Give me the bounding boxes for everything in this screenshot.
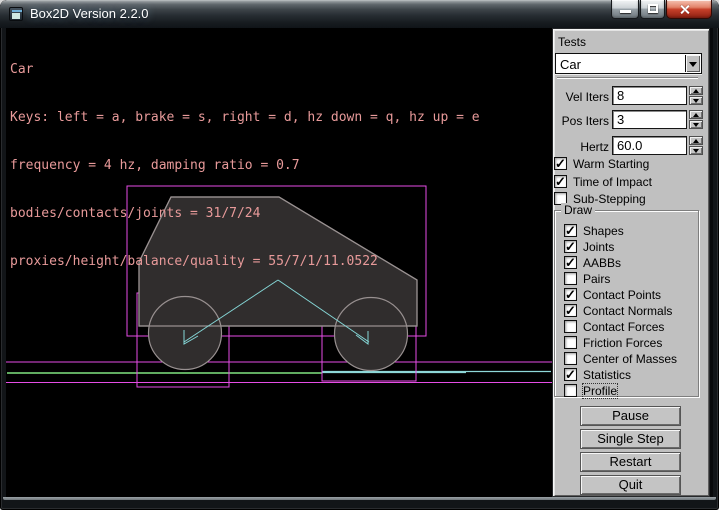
close-button[interactable] xyxy=(666,0,712,19)
window-bottom-frame xyxy=(3,497,716,500)
arrow-up-icon xyxy=(693,139,699,143)
hertz-field[interactable]: 60.0 xyxy=(612,136,687,155)
aabbs-label: AABBs xyxy=(583,256,621,270)
vel-iters-spin-up-button[interactable] xyxy=(689,86,703,95)
test-select-dropdown[interactable]: Car xyxy=(555,53,702,74)
rear-wheel xyxy=(149,297,222,370)
minimize-button[interactable] xyxy=(611,0,639,19)
contact-normals-checkbox[interactable] xyxy=(564,304,577,317)
hertz-spinner xyxy=(689,136,703,155)
arrow-down-icon xyxy=(693,123,699,127)
pos-iters-label: Pos Iters xyxy=(553,114,609,128)
draw-groupbox: Draw Shapes Joints AABBs Pairs xyxy=(554,210,699,397)
separator xyxy=(557,77,698,79)
app-icon-pane xyxy=(12,13,20,19)
chevron-down-icon xyxy=(689,62,697,67)
maximize-icon xyxy=(648,4,658,13)
app-window: Box2D Version 2.2.0 xyxy=(0,0,719,510)
client-area: Car Keys: left = a, brake = s, right = d… xyxy=(6,28,713,497)
contact-forces-checkbox[interactable] xyxy=(564,320,577,333)
shapes-label: Shapes xyxy=(583,224,624,238)
contact-points-checkbox[interactable] xyxy=(564,288,577,301)
app-icon-bar xyxy=(12,10,22,12)
stats-line-proxies: proxies/height/balance/quality = 55/7/1/… xyxy=(10,254,480,270)
simulation-canvas[interactable]: Car Keys: left = a, brake = s, right = d… xyxy=(6,28,552,497)
hertz-spin-down-button[interactable] xyxy=(689,146,703,155)
draw-group-label: Draw xyxy=(561,203,595,217)
joints-label: Joints xyxy=(583,240,614,254)
title-bar[interactable]: Box2D Version 2.2.0 xyxy=(0,0,719,28)
time-of-impact-label: Time of Impact xyxy=(573,175,652,189)
pairs-checkbox[interactable] xyxy=(564,272,577,285)
pos-iters-spin-up-button[interactable] xyxy=(689,110,703,119)
contact-points-label: Contact Points xyxy=(583,288,661,302)
stats-line-bodies: bodies/contacts/joints = 31/7/24 xyxy=(10,206,480,222)
warm-starting-checkbox[interactable] xyxy=(554,157,567,170)
contact-forces-label: Contact Forces xyxy=(583,320,664,334)
pos-iters-field[interactable]: 3 xyxy=(612,110,687,129)
aabbs-checkbox[interactable] xyxy=(564,256,577,269)
stats-line-test-name: Car xyxy=(10,62,480,78)
control-panel: Tests Car Vel Iters 8 Pos Iters 3 Hertz xyxy=(552,28,710,497)
window-title: Box2D Version 2.2.0 xyxy=(30,6,149,21)
profile-label: Profile xyxy=(583,384,617,398)
center-of-masses-checkbox[interactable] xyxy=(564,352,577,365)
pairs-label: Pairs xyxy=(583,272,610,286)
test-select-value: Car xyxy=(560,57,581,72)
stats-line-frequency: frequency = 4 hz, damping ratio = 0.7 xyxy=(10,158,480,174)
warm-starting-label: Warm Starting xyxy=(573,157,649,171)
center-of-masses-label: Center of Masses xyxy=(583,352,677,366)
vel-iters-spin-down-button[interactable] xyxy=(689,96,703,105)
stats-line-keys: Keys: left = a, brake = s, right = d, hz… xyxy=(10,110,480,126)
dropdown-button[interactable] xyxy=(685,55,700,72)
friction-forces-label: Friction Forces xyxy=(583,336,662,350)
pause-button[interactable]: Pause xyxy=(580,406,681,426)
quit-button[interactable]: Quit xyxy=(580,475,681,495)
vel-iters-spinner xyxy=(689,86,703,105)
arrow-up-icon xyxy=(693,113,699,117)
statistics-checkbox[interactable] xyxy=(564,368,577,381)
hertz-spin-up-button[interactable] xyxy=(689,136,703,145)
pos-iters-spinner xyxy=(689,110,703,129)
tests-label: Tests xyxy=(558,35,586,49)
arrow-down-icon xyxy=(693,99,699,103)
time-of-impact-checkbox[interactable] xyxy=(554,175,567,188)
vel-iters-field[interactable]: 8 xyxy=(612,86,687,105)
debug-stats-text: Car Keys: left = a, brake = s, right = d… xyxy=(10,30,480,302)
arrow-down-icon xyxy=(693,149,699,153)
contact-normals-label: Contact Normals xyxy=(583,304,672,318)
pos-iters-spin-down-button[interactable] xyxy=(689,120,703,129)
minimize-icon xyxy=(620,10,631,13)
window-controls xyxy=(611,0,713,19)
maximize-button[interactable] xyxy=(640,0,665,19)
front-wheel xyxy=(335,298,408,371)
joints-checkbox[interactable] xyxy=(564,240,577,253)
friction-forces-checkbox[interactable] xyxy=(564,336,577,349)
hertz-label: Hertz xyxy=(553,140,609,154)
single-step-button[interactable]: Single Step xyxy=(580,429,681,449)
restart-button[interactable]: Restart xyxy=(580,452,681,472)
shapes-checkbox[interactable] xyxy=(564,224,577,237)
statistics-label: Statistics xyxy=(583,368,631,382)
arrow-up-icon xyxy=(693,89,699,93)
app-icon[interactable] xyxy=(9,7,23,21)
vel-iters-label: Vel Iters xyxy=(553,90,609,104)
profile-checkbox[interactable] xyxy=(564,384,577,397)
